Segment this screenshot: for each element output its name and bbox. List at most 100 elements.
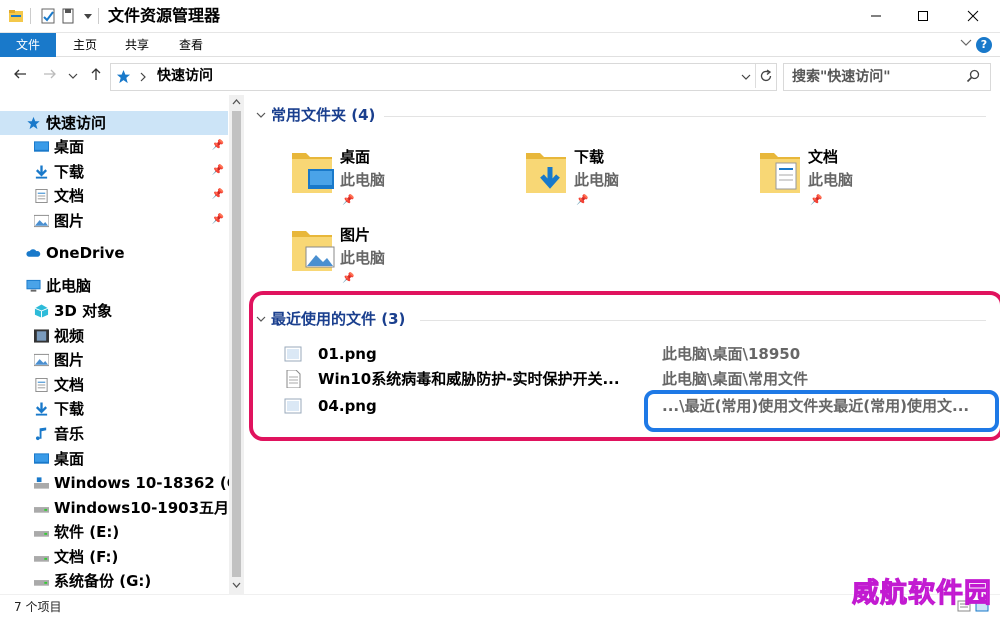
collapse-group-icon[interactable] xyxy=(256,111,266,119)
desktop-icon xyxy=(34,453,49,464)
scroll-up-icon[interactable] xyxy=(232,98,241,106)
nav-pc-drive-d[interactable]: Windows10-1903五月 xyxy=(0,496,230,520)
close-button[interactable] xyxy=(950,0,996,32)
nav-pc-videos[interactable]: 视频 xyxy=(0,324,228,348)
video-icon xyxy=(34,329,49,343)
folder-name: 下载 xyxy=(574,148,605,166)
nav-pc-documents[interactable]: 文档 xyxy=(0,373,228,397)
search-icon[interactable] xyxy=(966,69,980,83)
folder-location: 此电脑 xyxy=(808,171,854,189)
nav-pc-drive-e[interactable]: 软件 (E:) xyxy=(0,520,228,544)
folder-name: 图片 xyxy=(340,226,371,244)
folder-tile-pictures[interactable]: 图片 此电脑 📌 xyxy=(290,223,510,293)
watermark-logo: 威航软件园 xyxy=(852,578,992,610)
title-bar: 文件资源管理器 xyxy=(0,0,1000,33)
nav-label: Windows10-1903五月 xyxy=(54,499,230,517)
music-icon xyxy=(35,427,47,441)
nav-pc-desktop[interactable]: 桌面 xyxy=(0,447,228,471)
minimize-button[interactable] xyxy=(853,0,899,32)
quick-access-star-icon xyxy=(116,69,131,84)
new-folder-icon[interactable] xyxy=(60,8,76,24)
pin-icon[interactable]: 📌 xyxy=(810,195,822,206)
recent-locations-button[interactable] xyxy=(66,66,80,86)
chevron-down-icon xyxy=(68,73,78,79)
forward-button[interactable] xyxy=(40,66,60,86)
properties-icon[interactable] xyxy=(40,8,56,24)
help-icon[interactable]: ? xyxy=(976,37,992,53)
nav-label: 软件 (E:) xyxy=(54,523,120,541)
nav-label: 文档 xyxy=(54,187,85,205)
nav-pc-pictures[interactable]: 图片 xyxy=(0,348,228,372)
status-bar: 7 个项目 xyxy=(0,594,1000,617)
pin-icon[interactable]: 📌 xyxy=(212,165,224,176)
quick-access-star-icon xyxy=(27,116,40,130)
nav-quick-desktop[interactable]: 桌面 📌 xyxy=(0,135,228,159)
pin-icon[interactable]: 📌 xyxy=(212,140,224,151)
pin-icon[interactable]: 📌 xyxy=(212,189,224,200)
nav-pc-drive-f[interactable]: 文档 (F:) xyxy=(0,545,228,569)
address-path[interactable]: 快速访问 xyxy=(157,67,213,85)
nav-label: 图片 xyxy=(54,212,85,230)
document-icon xyxy=(35,189,48,203)
download-folder-icon xyxy=(526,153,566,193)
3d-objects-icon xyxy=(34,304,49,318)
navigation-pane: 快速访问 桌面 📌 下载 📌 文档 📌 图片 📌 OneDrive 此电脑 3D… xyxy=(0,95,244,594)
folder-tile-downloads[interactable]: 下载 此电脑 📌 xyxy=(524,145,744,215)
nav-quick-access[interactable]: 快速访问 xyxy=(0,111,228,135)
pin-icon[interactable]: 📌 xyxy=(342,273,354,284)
nav-label: 文档 (F:) xyxy=(54,548,119,566)
nav-pc-music[interactable]: 音乐 xyxy=(0,422,228,446)
drive-icon xyxy=(34,556,49,562)
nav-this-pc[interactable]: 此电脑 xyxy=(0,274,228,298)
expand-ribbon-icon[interactable] xyxy=(960,37,972,50)
maximize-icon xyxy=(918,11,928,21)
nav-label: 下载 xyxy=(54,163,85,181)
back-button[interactable] xyxy=(10,66,30,86)
nav-scroll-thumb[interactable] xyxy=(232,111,241,577)
nav-label: 桌面 xyxy=(54,138,85,156)
address-bar[interactable]: 快速访问 xyxy=(110,63,777,91)
divider xyxy=(755,64,756,88)
file-explorer-icon[interactable] xyxy=(8,8,24,24)
computer-icon xyxy=(26,279,41,292)
pin-icon[interactable]: 📌 xyxy=(576,195,588,206)
nav-label: 视频 xyxy=(54,327,85,345)
tab-view[interactable]: 查看 xyxy=(166,33,216,57)
pin-icon[interactable]: 📌 xyxy=(212,214,224,225)
folder-name: 文档 xyxy=(808,148,839,166)
customize-toolbar-icon[interactable] xyxy=(80,8,96,24)
search-box[interactable]: 搜索"快速访问" xyxy=(783,63,991,91)
nav-quick-downloads[interactable]: 下载 📌 xyxy=(0,160,228,184)
nav-label: 下载 xyxy=(54,400,85,418)
document-folder-icon xyxy=(760,153,800,193)
close-icon xyxy=(967,10,979,22)
frequent-folders-header[interactable]: 常用文件夹 (4) xyxy=(271,105,375,125)
tab-file[interactable]: 文件 xyxy=(0,33,56,57)
maximize-button[interactable] xyxy=(900,0,946,32)
nav-onedrive[interactable]: OneDrive xyxy=(0,241,228,265)
nav-pc-3d-objects[interactable]: 3D 对象 xyxy=(0,299,228,323)
folder-tile-desktop[interactable]: 桌面 此电脑 📌 xyxy=(290,145,510,215)
folder-tile-documents[interactable]: 文档 此电脑 📌 xyxy=(758,145,978,215)
breadcrumb-chevron-icon[interactable] xyxy=(139,72,147,82)
nav-quick-documents[interactable]: 文档 📌 xyxy=(0,184,228,208)
back-arrow-icon xyxy=(14,69,26,79)
pin-icon[interactable]: 📌 xyxy=(342,195,354,206)
nav-quick-pictures[interactable]: 图片 📌 xyxy=(0,209,228,233)
desktop-folder-icon xyxy=(292,153,334,193)
scroll-down-icon[interactable] xyxy=(232,581,241,589)
up-button[interactable] xyxy=(86,66,106,86)
nav-pc-drive-c[interactable]: Windows 10-18362 (C xyxy=(0,471,238,495)
address-row: 快速访问 搜索"快速访问" xyxy=(0,57,1000,95)
download-icon xyxy=(35,165,48,179)
nav-pc-drive-g[interactable]: 系统备份 (G:) xyxy=(0,569,228,593)
refresh-icon[interactable] xyxy=(759,69,773,83)
folder-location: 此电脑 xyxy=(340,171,386,189)
tab-home[interactable]: 主页 xyxy=(60,33,110,57)
tab-share[interactable]: 共享 xyxy=(112,33,162,57)
nav-pc-downloads[interactable]: 下载 xyxy=(0,397,228,421)
minimize-icon xyxy=(871,15,881,17)
divider xyxy=(30,8,31,24)
nav-label: 图片 xyxy=(54,351,85,369)
address-history-icon[interactable] xyxy=(741,72,751,82)
